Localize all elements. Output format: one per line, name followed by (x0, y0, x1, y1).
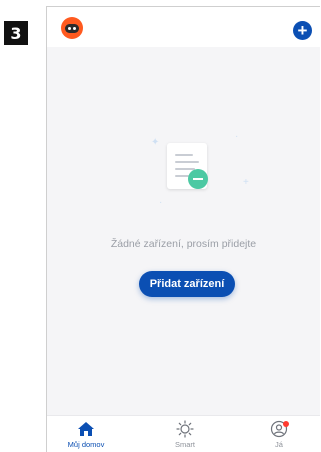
profile-icon (254, 420, 304, 438)
tab-smart[interactable]: Smart (160, 420, 210, 449)
minus-badge-icon (188, 169, 208, 189)
add-device-button[interactable]: Přidat zařízení (139, 271, 235, 297)
bottom-tab-bar: Můj domov Smart Já (47, 415, 320, 452)
add-button[interactable]: + (293, 21, 312, 40)
tab-me[interactable]: Já (254, 420, 304, 449)
phone-screen: + ✦ · + · Žádné zařízení, prosím přidejt… (46, 6, 320, 452)
tab-label: Já (275, 440, 283, 449)
empty-state-message: Žádné zařízení, prosím přidejte (110, 238, 257, 250)
sun-icon (160, 420, 210, 438)
notification-dot (283, 421, 289, 427)
tab-my-home[interactable]: Můj domov (61, 420, 111, 449)
top-bar: + (47, 7, 320, 47)
home-icon (61, 420, 111, 438)
tab-label: Smart (174, 440, 195, 449)
tab-label: Můj domov (67, 440, 105, 449)
plus-icon: + (297, 21, 308, 40)
step-number-badge: 3 (4, 21, 28, 45)
robot-logo-icon[interactable] (61, 17, 83, 39)
